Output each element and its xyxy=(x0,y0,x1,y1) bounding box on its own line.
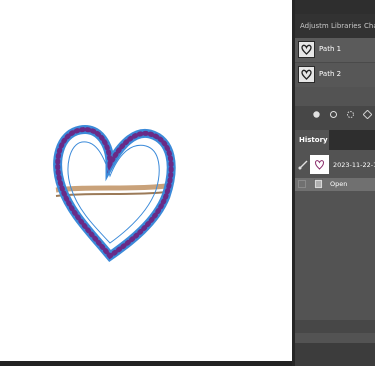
heart-icon xyxy=(301,44,312,55)
tab-libraries[interactable]: Libraries xyxy=(331,22,361,30)
document-icon xyxy=(314,179,323,189)
panel-tab-bar: Adjustm Libraries Cha xyxy=(295,14,375,38)
history-tab-label: History xyxy=(299,136,328,144)
history-panel: 2023-11-22-11- Open xyxy=(295,150,375,320)
tab-channels[interactable]: Cha xyxy=(364,22,375,30)
heart-icon xyxy=(301,69,312,80)
load-selection-icon[interactable] xyxy=(346,110,355,119)
path-1-label: Path 1 xyxy=(319,45,342,53)
document-canvas[interactable] xyxy=(0,0,292,361)
history-state-checkbox[interactable] xyxy=(298,180,306,188)
path-2-thumbnail xyxy=(298,66,315,83)
history-snapshot[interactable]: 2023-11-22-11- xyxy=(295,152,375,179)
panel-bottom xyxy=(295,343,375,361)
history-item-label: Open xyxy=(330,180,348,188)
path-2-label: Path 2 xyxy=(319,70,342,78)
history-footer xyxy=(295,320,375,333)
tab-history[interactable]: History xyxy=(295,130,329,150)
heart-icon xyxy=(314,160,325,170)
stroke-path-icon[interactable] xyxy=(329,110,338,119)
panel-top-strip xyxy=(295,0,375,14)
paths-panel: Path 1 Path 2 xyxy=(295,38,375,106)
history-footer-row xyxy=(295,333,375,343)
snapshot-label: 2023-11-22-11- xyxy=(333,161,375,169)
tab-adjustments[interactable]: Adjustm xyxy=(300,22,329,30)
history-item-open[interactable]: Open xyxy=(295,178,375,191)
path-row-1[interactable]: Path 1 xyxy=(295,38,375,62)
path-1-thumbnail xyxy=(298,41,315,58)
heart-ring-artwork xyxy=(53,125,176,263)
history-brush-icon[interactable] xyxy=(298,160,308,170)
snapshot-thumbnail xyxy=(310,155,329,174)
path-row-2[interactable]: Path 2 xyxy=(295,62,375,87)
fill-path-icon[interactable] xyxy=(312,110,321,119)
make-work-path-icon[interactable] xyxy=(363,110,372,119)
